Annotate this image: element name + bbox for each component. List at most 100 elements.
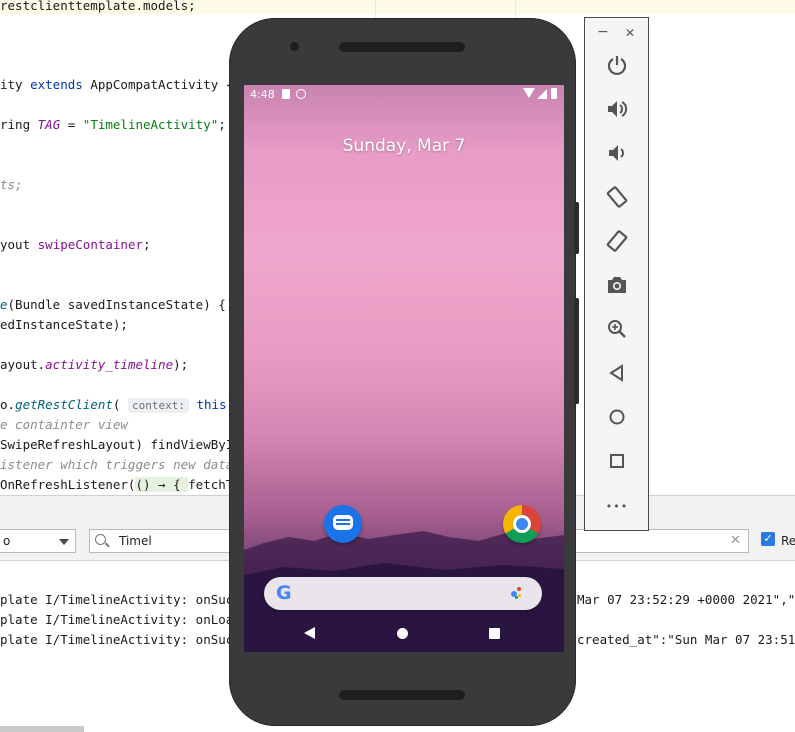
- indent-guide: [515, 0, 516, 20]
- zoom-in-icon: [608, 320, 626, 338]
- code-token: ;: [143, 237, 151, 252]
- logcat-search-value: Timel: [119, 534, 152, 548]
- code-token: activity_timeline: [45, 357, 174, 372]
- clear-icon[interactable]: ✕: [730, 530, 741, 552]
- regex-checkbox[interactable]: ✓: [761, 532, 775, 546]
- close-button[interactable]: ✕: [625, 26, 635, 40]
- device-screen[interactable]: 4:48 Sunday, Mar 7 G: [244, 85, 564, 652]
- code-line: ts;: [0, 175, 23, 195]
- code-line: o.getRestClient( context: this);: [0, 395, 242, 415]
- chrome-core: [516, 518, 528, 530]
- code-token: e: [0, 297, 8, 312]
- back-triangle-icon: [609, 364, 623, 382]
- volume-down-icon: [609, 145, 624, 161]
- overview-square-icon: [610, 454, 624, 468]
- logcat-line: plate I/TimelineActivity: onSucce: [0, 632, 249, 647]
- code-token: AppCompatActivity {: [82, 77, 234, 92]
- screenshot-button[interactable]: [604, 272, 630, 298]
- code-token: ts;: [0, 177, 23, 192]
- code-token: TAG: [37, 117, 61, 132]
- home-circle-icon: [609, 409, 625, 425]
- power-side-button[interactable]: [574, 202, 579, 254]
- code-line: OnRefreshListener(() → { fetchTim: [0, 475, 248, 495]
- back-nav-icon[interactable]: [304, 627, 315, 639]
- code-line: ity extends AppCompatActivity {: [0, 75, 233, 95]
- code-token: edInstanceState);: [0, 317, 128, 332]
- code-token: e containter view: [0, 417, 128, 432]
- code-token: swipeContainer: [37, 237, 143, 252]
- code-token: OnRefreshListener(: [0, 477, 136, 492]
- earpiece-speaker: [339, 42, 465, 52]
- code-token: ity: [0, 77, 31, 92]
- chrome-app-icon[interactable]: [503, 505, 541, 543]
- assistant-icon[interactable]: [511, 587, 523, 599]
- minimize-button[interactable]: −: [597, 24, 609, 40]
- more-button[interactable]: •••: [604, 494, 630, 520]
- code-token: SwipeRefreshLayout) findViewById(: [0, 437, 249, 452]
- rotate-right-button[interactable]: [604, 228, 630, 254]
- code-line: istener which triggers new data l: [0, 455, 248, 475]
- sd-card-icon: [282, 89, 290, 99]
- code-line: ring TAG = "TimelineActivity";: [0, 115, 226, 135]
- code-token: o.: [0, 397, 16, 412]
- logcat-line: plate I/TimelineActivity: onSucce: [0, 592, 249, 607]
- recents-nav-icon[interactable]: [489, 628, 500, 639]
- home-button[interactable]: [604, 404, 630, 430]
- code-token: getRestClient: [15, 397, 113, 412]
- signal-icon: [537, 89, 547, 99]
- logcat-line-tail: created_at":"Sun Mar 07 23:51:2: [577, 632, 795, 647]
- code-line: restclienttemplate.models;: [0, 0, 196, 16]
- code-line: e containter view: [0, 415, 128, 435]
- code-token: this: [196, 397, 227, 412]
- status-time: 4:48: [250, 88, 275, 101]
- messages-app-icon[interactable]: [324, 505, 362, 543]
- code-token: yout: [0, 237, 38, 252]
- back-button[interactable]: [604, 360, 630, 386]
- rotate-left-button[interactable]: [604, 184, 630, 210]
- code-line: yout swipeContainer;: [0, 235, 151, 255]
- volume-side-button[interactable]: [574, 298, 579, 404]
- device-dropdown-value: o: [3, 534, 11, 548]
- zoom-button[interactable]: [604, 316, 630, 342]
- rotate-left-icon: [606, 186, 628, 208]
- code-token: ring: [0, 117, 38, 132]
- sync-icon: [296, 89, 306, 99]
- code-token: extends: [30, 77, 83, 92]
- logcat-line: plate I/TimelineActivity: onLoadMo: [0, 612, 256, 627]
- code-token: (: [112, 397, 128, 412]
- google-logo-icon: G: [276, 582, 292, 604]
- code-token: ;: [218, 117, 226, 132]
- navigation-bar: [244, 616, 564, 652]
- power-button[interactable]: [604, 52, 630, 78]
- code-line: ayout.activity_timeline);: [0, 355, 188, 375]
- home-nav-icon[interactable]: [397, 628, 408, 639]
- wifi-icon: [523, 88, 535, 98]
- front-camera: [290, 42, 299, 51]
- device-dropdown[interactable]: o: [0, 529, 76, 553]
- code-line: edInstanceState);: [0, 315, 128, 335]
- horizontal-scrollbar[interactable]: [0, 726, 84, 732]
- indent-guide: [375, 0, 376, 20]
- chevron-down-icon: [59, 539, 69, 545]
- code-line: e(Bundle savedInstanceState) {: [0, 295, 226, 315]
- code-line: SwipeRefreshLayout) findViewById(: [0, 435, 248, 455]
- regex-label: Re: [781, 534, 795, 548]
- battery-icon: [551, 88, 557, 99]
- code-token: context:: [127, 398, 189, 413]
- search-icon: [95, 534, 106, 545]
- logcat-line-tail: Mar 07 23:52:29 +0000 2021","id: [577, 592, 795, 607]
- google-search-bar[interactable]: G: [264, 577, 542, 610]
- bottom-speaker: [339, 690, 465, 700]
- overview-button[interactable]: [604, 448, 630, 474]
- volume-up-button[interactable]: [604, 96, 630, 122]
- code-token: istener which triggers new data l: [0, 457, 249, 472]
- status-bar: 4:48: [244, 85, 564, 105]
- volume-down-button[interactable]: [604, 140, 630, 166]
- code-token: "TimelineActivity": [82, 117, 219, 132]
- volume-up-icon: [608, 101, 628, 117]
- home-date[interactable]: Sunday, Mar 7: [244, 136, 564, 156]
- power-icon: [607, 56, 627, 76]
- code-token: =: [60, 117, 83, 132]
- code-token: () → {: [135, 477, 189, 492]
- rotate-right-icon: [606, 230, 628, 252]
